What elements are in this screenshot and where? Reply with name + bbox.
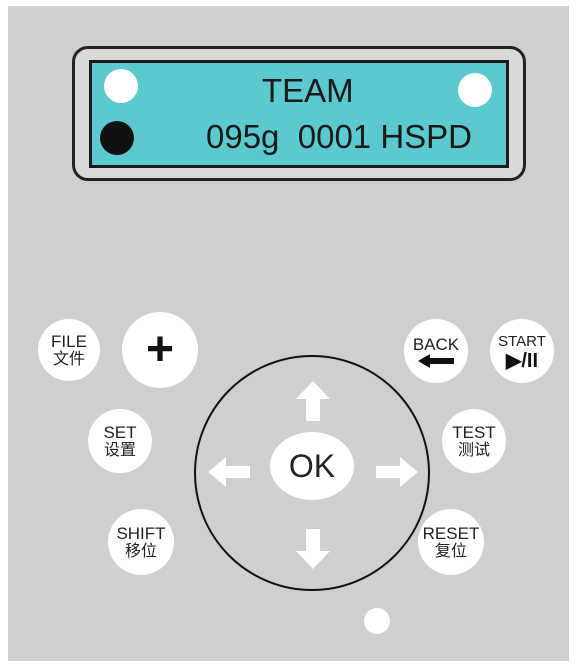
file-button-label-zh: 文件 [52, 350, 85, 368]
shift-button-label-en: SHIFT [116, 523, 166, 543]
set-button-label-en: SET [103, 422, 137, 442]
top-left-indicator-light [104, 69, 138, 103]
plus-button[interactable]: + [122, 312, 198, 388]
lcd-line-2: 095g 0001 HSPD [206, 118, 473, 155]
reset-button-label-en: RESET [422, 523, 480, 543]
test-button-label-zh: 测试 [457, 441, 490, 459]
file-button[interactable]: FILE 文件 [38, 319, 100, 381]
test-button-label-en: TEST [452, 422, 496, 442]
reset-button-label-zh: 复位 [434, 542, 467, 560]
set-button[interactable]: SET 设置 [88, 409, 152, 473]
top-right-indicator-light [458, 73, 492, 107]
right-arrow-button[interactable] [376, 457, 418, 487]
plus-icon: + [145, 323, 175, 376]
lcd-display: TEAM 095g 0001 HSPD [89, 60, 509, 168]
ok-button-label: OK [288, 448, 336, 484]
ok-button[interactable]: OK [270, 432, 354, 500]
lcd-bezel: TEAM 095g 0001 HSPD [72, 46, 526, 181]
control-panel: TEAM 095g 0001 HSPD FILE 文件 + BACK START… [8, 6, 569, 661]
shift-button-label-zh: 移位 [124, 542, 157, 560]
test-button[interactable]: TEST 测试 [442, 409, 506, 473]
start-button-label: START [498, 332, 546, 350]
up-arrow-button[interactable] [296, 381, 330, 421]
bottom-left-indicator-light [100, 121, 134, 155]
lcd-line-1: TEAM [262, 72, 354, 109]
down-arrow-button[interactable] [296, 529, 330, 569]
reset-button[interactable]: RESET 复位 [418, 509, 484, 575]
shift-button[interactable]: SHIFT 移位 [108, 509, 174, 575]
play-pause-icon: ▶/II [505, 349, 539, 372]
back-button-label: BACK [412, 334, 460, 354]
start-pause-button[interactable]: START ▶/II [490, 319, 554, 383]
left-arrow-button[interactable] [208, 457, 250, 487]
status-led [364, 608, 390, 634]
set-button-label-zh: 设置 [103, 441, 136, 459]
left-arrow-icon [418, 353, 454, 368]
file-button-label-en: FILE [51, 331, 87, 351]
back-button[interactable]: BACK [404, 319, 468, 383]
